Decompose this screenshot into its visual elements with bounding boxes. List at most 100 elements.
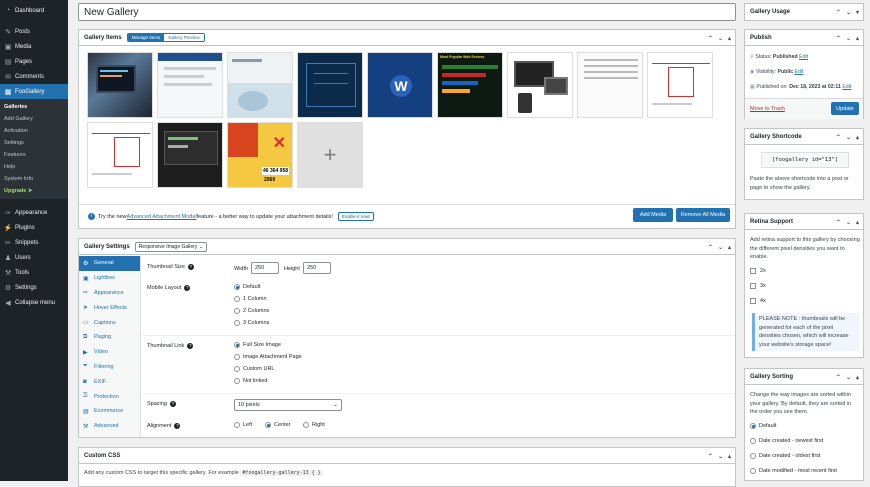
sorting-option[interactable]: Date modified - most recent first — [750, 468, 837, 474]
caret-up-icon[interactable]: ▴ — [728, 35, 731, 42]
menu-comments[interactable]: ✉ Comments — [0, 69, 68, 84]
thumbnail-link-option[interactable]: Not linked — [234, 378, 267, 384]
chevron-up-icon[interactable]: ⌃ — [836, 35, 841, 42]
chevron-down-icon[interactable]: ⌄ — [846, 374, 851, 381]
mobile-layout-option[interactable]: Default — [234, 284, 260, 290]
radio-button[interactable] — [234, 308, 240, 314]
radio-button[interactable] — [265, 422, 271, 428]
update-button[interactable]: Update — [831, 102, 859, 115]
retina-4x-option[interactable]: 4x — [750, 298, 766, 304]
chevron-down-icon[interactable]: ⌄ — [718, 453, 723, 460]
chevron-up-icon[interactable]: ⌃ — [836, 374, 841, 381]
chevron-up-icon[interactable]: ⌃ — [708, 244, 713, 251]
edit-visibility-link[interactable]: Edit — [795, 69, 804, 75]
shortcode-field[interactable]: [foogallery id="13"] — [761, 152, 849, 168]
submenu-upgrade[interactable]: Upgrade ➤ — [0, 185, 68, 197]
alignment-option[interactable]: Right — [303, 422, 325, 428]
radio-button[interactable] — [234, 284, 240, 290]
chevron-up-icon[interactable]: ⌃ — [708, 453, 713, 460]
collapse-menu[interactable]: ◀ Collapse menu — [0, 295, 68, 310]
submenu-activation[interactable]: Activation — [0, 125, 68, 137]
menu-tools[interactable]: ⚒ Tools — [0, 265, 68, 280]
thumbnail-item[interactable] — [157, 122, 223, 188]
thumbnail-item[interactable] — [507, 52, 573, 118]
menu-plugins[interactable]: ⚡ Plugins — [0, 220, 68, 235]
tab-exif[interactable]: ◙ EXIF — [79, 374, 140, 389]
menu-settings[interactable]: ⚙ Settings — [0, 280, 68, 295]
submenu-system-info[interactable]: System Info — [0, 173, 68, 185]
tab-general[interactable]: ⚙ General — [79, 256, 140, 271]
menu-dashboard[interactable]: ◔ Dashboard — [0, 3, 68, 18]
caret-up-icon[interactable]: ▴ — [728, 453, 731, 460]
thumbnail-item[interactable]: W — [367, 52, 433, 118]
chevron-up-icon[interactable]: ⌃ — [708, 35, 713, 42]
gallery-usage-header[interactable]: Gallery Usage ⌃ ⌄ ▾ — [745, 4, 863, 20]
radio-button[interactable] — [303, 422, 309, 428]
alignment-option[interactable]: Center — [265, 422, 291, 428]
menu-appearance[interactable]: ✑ Appearance — [0, 205, 68, 220]
tab-filtering[interactable]: ⏷ Filtering — [79, 360, 140, 375]
menu-foogallery[interactable]: ▦ FooGallery — [0, 84, 68, 99]
tab-lightbox[interactable]: ▣ Lightbox — [79, 271, 140, 286]
mobile-layout-option[interactable]: 1 Column — [234, 296, 267, 302]
remove-all-media-button[interactable]: Remove All Media — [676, 208, 730, 222]
tab-appearance[interactable]: ✑ Appearance — [79, 286, 140, 301]
tab-advanced[interactable]: ⚒ Advanced — [79, 419, 140, 434]
radio-button[interactable] — [750, 438, 756, 444]
radio-button[interactable] — [234, 366, 240, 372]
radio-button[interactable] — [234, 296, 240, 302]
gallery-preview-button[interactable]: Gallery Preview — [164, 34, 204, 41]
menu-users[interactable]: ♟ Users — [0, 250, 68, 265]
checkbox[interactable] — [750, 268, 756, 274]
thumbnail-item[interactable] — [87, 122, 153, 188]
tab-ecommerce[interactable]: ▤ Ecommerce — [79, 404, 140, 419]
radio-button[interactable] — [750, 468, 756, 474]
caret-up-icon[interactable]: ▴ — [856, 374, 859, 381]
thumbnail-item[interactable] — [157, 52, 223, 118]
caret-up-icon[interactable]: ▴ — [856, 35, 859, 42]
thumbnail-item[interactable] — [577, 52, 643, 118]
retina-2x-option[interactable]: 2x — [750, 268, 766, 274]
submenu-add-gallery[interactable]: Add Gallery — [0, 113, 68, 125]
chevron-up-icon[interactable]: ⌃ — [836, 219, 841, 226]
retina-3x-option[interactable]: 3x — [750, 283, 766, 289]
sorting-option[interactable]: Date created - oldest first — [750, 453, 820, 459]
menu-snippets[interactable]: ✂ Snippets — [0, 235, 68, 250]
tab-hover-effects[interactable]: ➤ Hover Effects — [79, 300, 140, 315]
radio-button[interactable] — [234, 320, 240, 326]
alignment-option[interactable]: Left — [234, 422, 252, 428]
sorting-option[interactable]: Default — [750, 423, 776, 429]
chevron-down-icon[interactable]: ⌄ — [718, 244, 723, 251]
tab-captions[interactable]: ▭ Captions — [79, 315, 140, 330]
thumbnail-item[interactable] — [647, 52, 713, 118]
mobile-layout-option[interactable]: 2 Columns — [234, 308, 269, 314]
thumbnail-item[interactable] — [297, 52, 363, 118]
caret-up-icon[interactable]: ▴ — [856, 134, 859, 141]
help-icon[interactable]: ? — [187, 264, 194, 270]
sorting-option[interactable]: Date created - newest first — [750, 438, 823, 444]
radio-button[interactable] — [234, 354, 240, 360]
submenu-settings[interactable]: Settings — [0, 137, 68, 149]
menu-posts[interactable]: ✎ Posts — [0, 24, 68, 39]
thumbnail-item[interactable] — [87, 52, 153, 118]
advanced-attachment-modal-link[interactable]: Advanced Attachment Modal — [127, 214, 197, 220]
edit-status-link[interactable]: Edit — [799, 54, 808, 60]
tab-video[interactable]: ▶ Video — [79, 345, 140, 360]
chevron-up-icon[interactable]: ⌃ — [836, 134, 841, 141]
add-media-button[interactable]: Add Media — [633, 208, 673, 222]
checkbox[interactable] — [750, 283, 756, 289]
thumbnail-link-option[interactable]: Image Attachment Page — [234, 354, 302, 360]
height-input[interactable]: 250 — [303, 262, 331, 274]
thumbnail-item[interactable]: ✕ 46 364 958 2069 — [227, 122, 293, 188]
caret-down-icon[interactable]: ▾ — [856, 9, 859, 16]
radio-button[interactable] — [234, 342, 240, 348]
spacing-select[interactable]: 10 pixels ⌄ — [234, 399, 342, 411]
radio-button[interactable] — [750, 423, 756, 429]
submenu-features[interactable]: Features — [0, 149, 68, 161]
move-to-trash-link[interactable]: Move to Trash — [750, 106, 785, 112]
manage-items-button[interactable]: Manage Items — [127, 34, 165, 41]
gallery-title-input[interactable]: New Gallery — [78, 3, 736, 21]
menu-media[interactable]: ▣ Media — [0, 39, 68, 54]
chevron-down-icon[interactable]: ⌄ — [718, 35, 723, 42]
tab-paging[interactable]: ⧉ Paging — [79, 330, 140, 345]
